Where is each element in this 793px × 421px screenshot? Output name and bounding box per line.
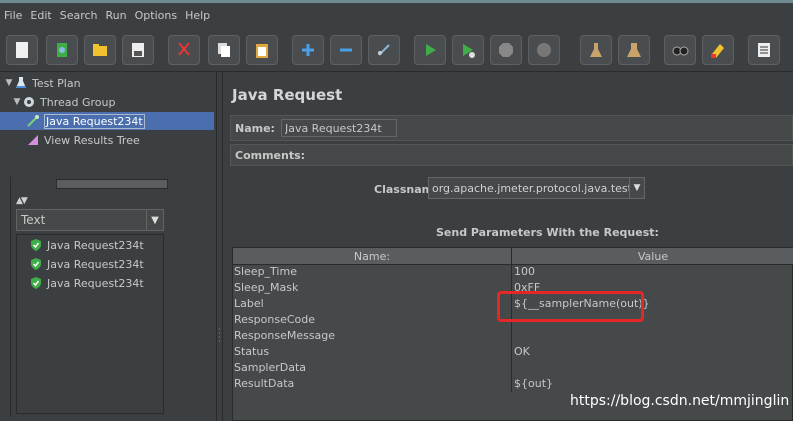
tree-label: Thread Group: [40, 95, 116, 109]
menu-search[interactable]: Search: [56, 9, 102, 22]
templates-icon[interactable]: [46, 35, 78, 65]
toggle-icon[interactable]: [368, 35, 400, 65]
column-header-value[interactable]: Value: [512, 248, 793, 264]
menu-edit[interactable]: Edit: [26, 9, 55, 22]
start-no-pause-icon[interactable]: [452, 35, 484, 65]
name-label: Name:: [235, 121, 275, 135]
param-value[interactable]: 100: [512, 264, 793, 280]
renderer-select-value: Text: [21, 213, 46, 227]
toolbar: [0, 27, 793, 72]
horizontal-scrollbar[interactable]: [56, 179, 168, 189]
copy-icon[interactable]: [208, 35, 240, 65]
param-value[interactable]: OK: [512, 344, 793, 360]
reset-search-icon[interactable]: [702, 35, 734, 65]
classname-value: org.apache.jmeter.protocol.java.test.Jav…: [432, 181, 629, 195]
name-field[interactable]: [280, 119, 397, 137]
menu-help[interactable]: Help: [181, 9, 214, 22]
pipette-icon: [26, 114, 40, 128]
menu-run[interactable]: Run: [102, 9, 131, 22]
tree-panel: ▼ Test Plan ▼ Thread Group Java Request2…: [0, 72, 216, 421]
column-header-name[interactable]: Name:: [233, 248, 512, 264]
result-item-label: Java Request234t: [47, 276, 144, 290]
flask-icon: [14, 76, 28, 90]
collapse-icon[interactable]: [330, 35, 362, 65]
expand-collapse-arrows-icon[interactable]: ▲▼: [16, 196, 28, 206]
renderer-select[interactable]: Text ▼: [16, 209, 164, 231]
result-item[interactable]: Java Request234t: [29, 255, 144, 273]
splitter-grip-icon: · · · ·: [218, 325, 221, 347]
param-name: Sleep_Mask: [233, 280, 512, 296]
tree-item-java-request[interactable]: Java Request234t: [0, 112, 214, 130]
panel-splitter[interactable]: · · · ·: [216, 72, 223, 421]
param-name: Status: [233, 344, 512, 360]
results-list: Java Request234t Java Request234t Java R…: [16, 234, 164, 414]
chevron-down-icon[interactable]: ▼: [629, 178, 644, 198]
clear-all-icon[interactable]: [618, 35, 650, 65]
java-request-panel: Java Request Name: Comments: Classname: …: [224, 72, 793, 421]
table-row[interactable]: SamplerData: [233, 360, 793, 376]
open-icon[interactable]: [84, 35, 116, 65]
tree-label: Test Plan: [32, 76, 81, 90]
param-name: SamplerData: [233, 360, 512, 376]
classname-select[interactable]: org.apache.jmeter.protocol.java.test.Jav…: [428, 177, 645, 199]
table-header: Name: Value: [233, 248, 793, 265]
result-item[interactable]: Java Request234t: [29, 274, 144, 292]
param-name: ResponseCode: [233, 312, 512, 328]
table-row[interactable]: ResultData ${out}: [233, 376, 793, 392]
start-icon[interactable]: [414, 35, 446, 65]
function-helper-icon[interactable]: [748, 35, 780, 65]
menu-options[interactable]: Options: [131, 9, 181, 22]
param-name: Label: [233, 296, 512, 312]
cut-icon[interactable]: [168, 35, 200, 65]
menu-file[interactable]: File: [0, 9, 26, 22]
collapse-arrow-icon[interactable]: ▼: [4, 78, 14, 88]
paste-icon[interactable]: [246, 35, 278, 65]
param-name: ResultData: [233, 376, 512, 392]
table-row[interactable]: Status OK: [233, 344, 793, 360]
watermark: https://blog.csdn.net/mmjinglin: [570, 393, 790, 409]
params-title: Send Parameters With the Request:: [436, 226, 659, 239]
tree-label: Java Request234t: [44, 113, 145, 129]
search-icon[interactable]: [664, 35, 696, 65]
page-title: Java Request: [232, 86, 343, 104]
expand-icon[interactable]: [292, 35, 324, 65]
param-value[interactable]: ${out}: [512, 376, 793, 392]
check-shield-icon: [29, 238, 43, 252]
tree-item-thread-group[interactable]: ▼ Thread Group: [12, 93, 116, 111]
comments-label: Comments:: [235, 148, 306, 162]
param-name: Sleep_Time: [233, 264, 512, 280]
table-row[interactable]: ResponseMessage: [233, 328, 793, 344]
chart-icon: [26, 133, 40, 147]
save-icon[interactable]: [122, 35, 154, 65]
clear-icon[interactable]: [580, 35, 612, 65]
result-item[interactable]: Java Request234t: [29, 236, 144, 254]
param-value[interactable]: [512, 360, 793, 376]
check-shield-icon: [29, 257, 43, 271]
new-file-icon[interactable]: [6, 35, 38, 65]
shutdown-icon[interactable]: [528, 35, 560, 65]
tree-label: View Results Tree: [44, 133, 140, 147]
chevron-down-icon[interactable]: ▼: [146, 210, 163, 230]
param-name: ResponseMessage: [233, 328, 512, 344]
tree-item-test-plan[interactable]: ▼ Test Plan: [4, 74, 81, 92]
stop-icon[interactable]: [490, 35, 522, 65]
menu-bar: File Edit Search Run Options Help: [0, 3, 793, 27]
table-row[interactable]: Sleep_Time 100: [233, 264, 793, 280]
gear-icon: [22, 95, 36, 109]
result-item-label: Java Request234t: [47, 257, 144, 271]
check-shield-icon: [29, 276, 43, 290]
name-row: Name:: [230, 115, 793, 141]
annotation-highlight-box: [497, 291, 644, 322]
collapse-arrow-icon[interactable]: ▼: [12, 97, 22, 107]
tree-item-view-results-tree[interactable]: View Results Tree: [26, 131, 140, 149]
comments-row[interactable]: Comments:: [230, 144, 793, 166]
param-value[interactable]: [512, 328, 793, 344]
result-item-label: Java Request234t: [47, 238, 144, 252]
